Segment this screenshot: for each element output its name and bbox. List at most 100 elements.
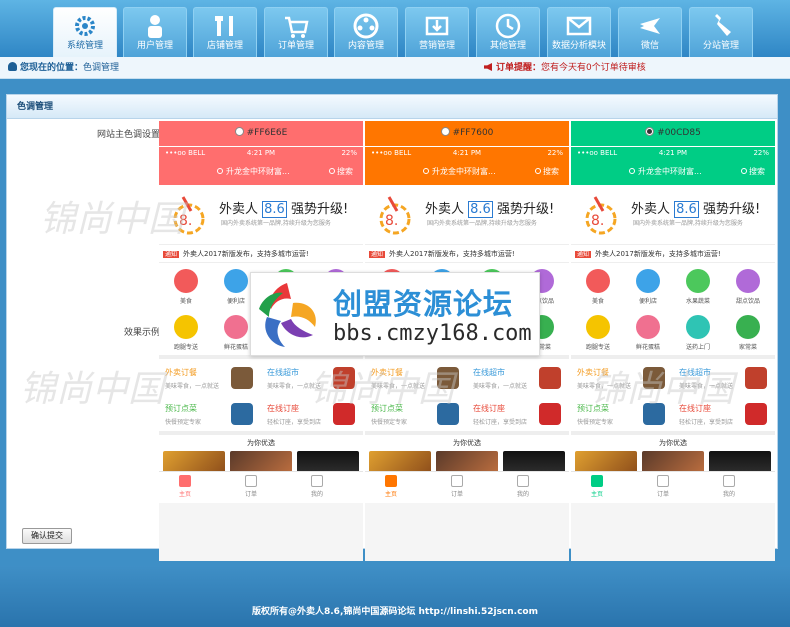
nav-tab[interactable]: 内容管理 [334, 7, 398, 57]
service-card[interactable]: 在线订座 轻松订座，享受到店 [261, 397, 361, 433]
banner-headline: 外卖人 8.6 强势升级! [631, 198, 760, 218]
category-label: 便利店 [226, 298, 245, 305]
phone-tab[interactable]: 主页 [577, 475, 617, 498]
category-icon [224, 315, 248, 339]
phone-tab-bar: 主页 订单 我的 [159, 471, 363, 503]
theme-color-option[interactable]: #FF7600 [365, 121, 569, 146]
phone-tab-label: 我的 [310, 491, 323, 498]
theme-radio[interactable] [440, 127, 450, 136]
category-item[interactable]: 鲜花蛋糕 [625, 315, 671, 351]
category-item[interactable]: 美食 [575, 269, 621, 305]
order-icon [245, 475, 257, 487]
service-card-title: 外卖订餐 [371, 368, 403, 377]
theme-color-option[interactable]: #FF6E6E [159, 121, 363, 146]
location-address[interactable]: 升龙金中环财富... [423, 159, 496, 185]
service-card-desc: 轻松订座，享受到店 [267, 419, 322, 426]
service-card-icon [643, 403, 665, 425]
phone-status-bar: •••oo BELL 4:21 PM 22% [365, 147, 569, 159]
promo-banner[interactable]: 8. 外卖人 8.6 强势升级! 国内外卖系统第一品牌,持续升级为您服务 [159, 185, 363, 245]
nav-tab[interactable]: 分站管理 [689, 7, 753, 57]
category-label: 鲜花蛋糕 [223, 344, 248, 351]
search-link[interactable]: 搜索 [329, 159, 353, 185]
phone-preview: •••oo BELL 4:21 PM 22% 升龙金中环财富... 搜索 8. 外卖人 8.… [571, 147, 775, 561]
phone-tab[interactable]: 我的 [709, 475, 749, 498]
promo-banner[interactable]: 8. 外卖人 8.6 强势升级! 国内外卖系统第一品牌,持续升级为您服务 [571, 185, 775, 245]
category-item[interactable]: 跑腿专送 [163, 315, 209, 351]
location-pin-icon [629, 168, 635, 174]
breadcrumb-current: 色调管理 [83, 63, 120, 73]
category-item[interactable]: 水果蔬菜 [675, 269, 721, 305]
category-item[interactable]: 甜点饮品 [725, 269, 771, 305]
service-card[interactable]: 在线订座 轻松订座，享受到店 [467, 397, 567, 433]
service-card-title: 在线订座 [473, 404, 505, 413]
profile-icon [517, 475, 529, 487]
category-item[interactable]: 送药上门 [675, 315, 721, 351]
location-address[interactable]: 升龙金中环财富... [217, 159, 290, 185]
service-card[interactable]: 在线超市 美味零食，一点就送 [467, 361, 567, 397]
order-icon [451, 475, 463, 487]
phone-tab[interactable]: 主页 [371, 475, 411, 498]
service-card-icon [231, 403, 253, 425]
notice-tag: 通知 [163, 251, 180, 258]
svg-text:8.: 8. [591, 213, 604, 229]
nav-tab[interactable]: 数据分析模块 [547, 7, 611, 57]
order-notice: 订单提醒：您有今天有0个订单待审核 [484, 57, 646, 79]
phone-tab[interactable]: 主页 [165, 475, 205, 498]
category-icon [224, 269, 248, 293]
category-item[interactable]: 家常菜 [725, 315, 771, 351]
banner-subtitle: 国内外卖系统第一品牌,持续升级为您服务 [633, 220, 743, 227]
theme-color-label: 网站主色调设置 [96, 130, 160, 140]
search-link[interactable]: 搜索 [535, 159, 559, 185]
breadcrumb: 您现在的位置：色调管理 [8, 57, 119, 79]
nav-tab[interactable]: 系统管理 [53, 7, 117, 57]
theme-radio[interactable] [234, 127, 244, 136]
forum-brand-name: 创盟资源论坛 [333, 287, 514, 321]
announcement-bar[interactable]: 通知 外卖人2017新版发布，支持多城市运营! [159, 245, 363, 263]
service-card-title: 外卖订餐 [577, 368, 609, 377]
nav-tab[interactable]: 用户管理 [123, 7, 187, 57]
promo-banner[interactable]: 8. 外卖人 8.6 强势升级! 国内外卖系统第一品牌,持续升级为您服务 [365, 185, 569, 245]
service-card-title: 外卖订餐 [165, 368, 197, 377]
submit-button[interactable]: 确认提交 [22, 528, 72, 544]
theme-color-option[interactable]: #00CD85 [571, 121, 775, 146]
nav-tab[interactable]: 店铺管理 [193, 7, 257, 57]
nav-tab[interactable]: 其他管理 [476, 7, 540, 57]
service-card[interactable]: 在线订座 轻松订座，享受到店 [673, 397, 773, 433]
category-item[interactable]: 跑腿专送 [575, 315, 621, 351]
nav-tab[interactable]: 微信 [618, 7, 682, 57]
category-item[interactable]: 便利店 [625, 269, 671, 305]
phone-tab[interactable]: 我的 [503, 475, 543, 498]
banner-headline: 外卖人 8.6 强势升级! [219, 198, 348, 218]
service-card[interactable]: 预订点菜 快餐预定专家 [571, 397, 671, 433]
phone-time: 4:21 PM [658, 149, 688, 157]
phone-header: 升龙金中环财富... 搜索 [159, 159, 363, 185]
service-card[interactable]: 在线超市 美味零食，一点就送 [261, 361, 361, 397]
announcement-bar[interactable]: 通知 外卖人2017新版发布，支持多城市运营! [365, 245, 569, 263]
phone-tab[interactable]: 订单 [231, 475, 271, 498]
theme-radio[interactable] [645, 127, 655, 136]
nav-tab[interactable]: 订单管理 [264, 7, 328, 57]
phone-tab[interactable]: 我的 [297, 475, 337, 498]
tools-icon [211, 12, 239, 40]
service-card[interactable]: 外卖订餐 美味零食，一点就送 [571, 361, 671, 397]
user-icon [141, 12, 169, 40]
service-card[interactable]: 预订点菜 快餐预定专家 [159, 397, 259, 433]
phone-tab[interactable]: 订单 [437, 475, 477, 498]
nav-tab[interactable]: 营销管理 [405, 7, 469, 57]
category-item[interactable]: 美食 [163, 269, 209, 305]
phone-tab[interactable]: 订单 [643, 475, 683, 498]
phone-tab-label: 我的 [722, 491, 735, 498]
forum-watermark: 创盟资源论坛 bbs.cmzy168.com [250, 272, 540, 356]
service-card[interactable]: 外卖订餐 美味零食，一点就送 [159, 361, 259, 397]
nav-tab-label: 分站管理 [702, 41, 739, 51]
location-address[interactable]: 升龙金中环财富... [629, 159, 702, 185]
service-card[interactable]: 预订点菜 快餐预定专家 [365, 397, 465, 433]
service-card[interactable]: 外卖订餐 美味零食，一点就送 [365, 361, 465, 397]
announcement-bar[interactable]: 通知 外卖人2017新版发布，支持多城市运营! [571, 245, 775, 263]
search-link[interactable]: 搜索 [741, 159, 765, 185]
service-card[interactable]: 在线超市 美味零食，一点就送 [673, 361, 773, 397]
search-icon [741, 168, 747, 174]
service-card-icon [333, 367, 355, 389]
airplane-icon [636, 12, 664, 40]
copyright-text: 版权所有@外卖人8.6,锦尚中国源码论坛 http://linshi.52jsc… [252, 607, 538, 617]
